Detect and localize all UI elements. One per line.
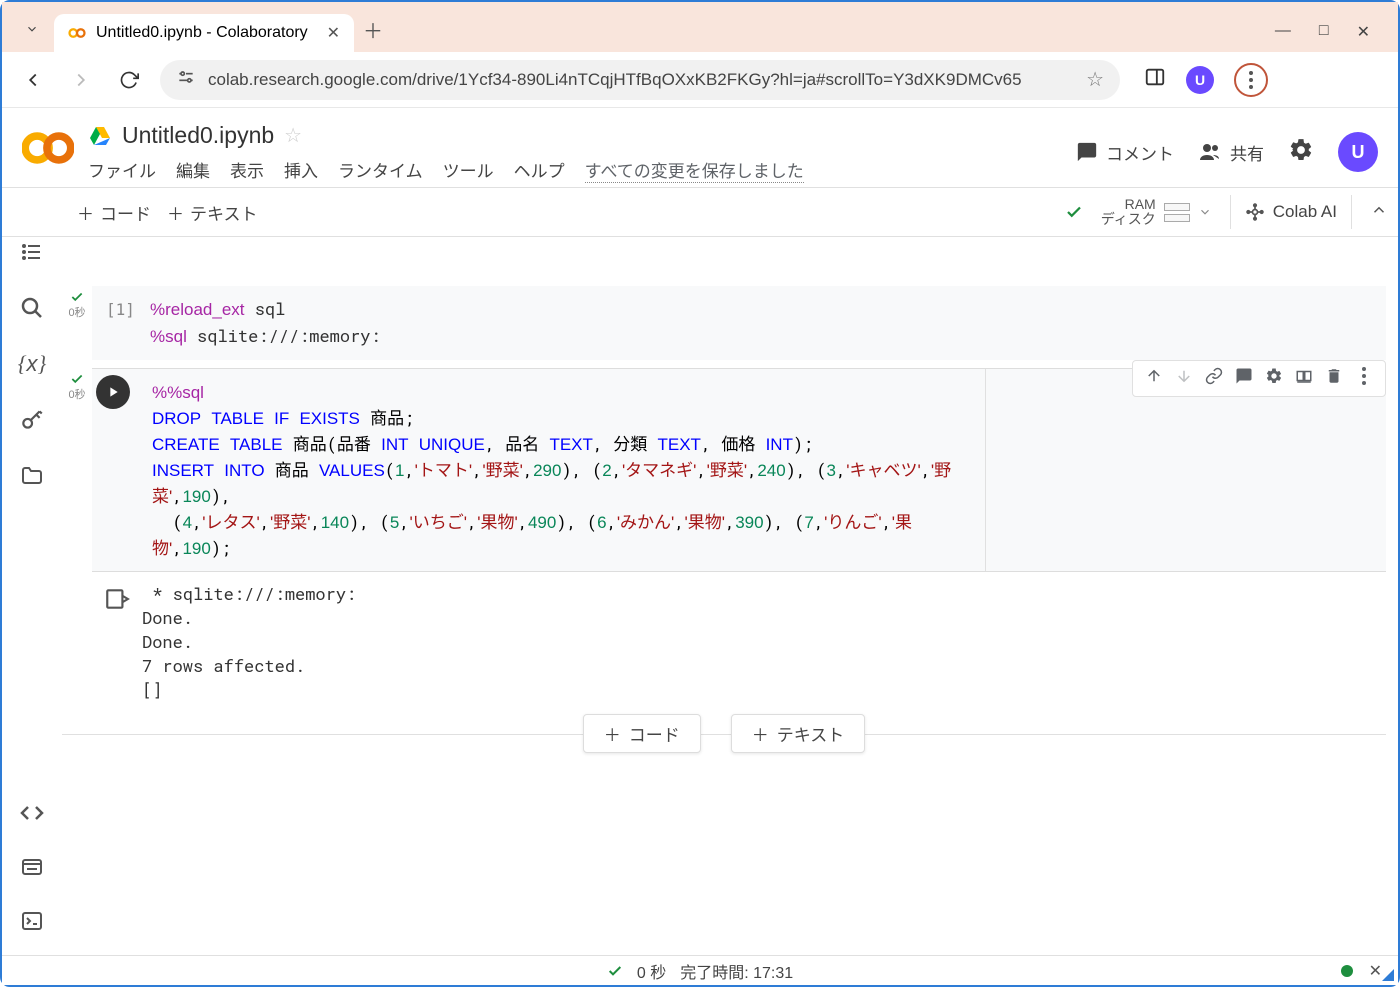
secrets-icon[interactable] [18, 406, 46, 434]
close-window-icon[interactable]: ✕ [1357, 22, 1370, 42]
menu-insert[interactable]: 挿入 [284, 157, 318, 183]
browser-menu-icon[interactable] [1234, 63, 1268, 97]
move-up-icon[interactable] [1145, 367, 1163, 390]
terminal-icon[interactable] [18, 907, 46, 935]
insert-text-button[interactable]: ＋テキスト [731, 714, 866, 753]
files-icon[interactable] [18, 462, 46, 490]
resource-indicator[interactable]: RAMディスク [1101, 197, 1212, 227]
menu-edit[interactable]: 編集 [176, 157, 210, 183]
tab-close-icon[interactable]: ✕ [327, 23, 340, 43]
tab-dropdown[interactable] [10, 10, 54, 48]
reload-button[interactable] [112, 63, 146, 97]
checkmark-icon [70, 372, 84, 386]
new-tab-button[interactable]: ＋ [354, 10, 392, 48]
profile-avatar[interactable]: U [1338, 132, 1378, 172]
move-down-icon[interactable] [1175, 367, 1193, 390]
checkmark-icon [70, 290, 84, 304]
toc-icon[interactable] [18, 238, 46, 266]
menu-runtime[interactable]: ランタイム [338, 157, 423, 183]
tab-title: Untitled0.ipynb - Colaboratory [96, 24, 308, 42]
colab-ai-button[interactable]: Colab AI [1230, 195, 1352, 229]
output-icon[interactable] [92, 582, 142, 702]
comment-button[interactable]: コメント [1076, 140, 1174, 165]
code-cell-2[interactable]: %%sqlDROP TABLE IF EXISTS 商品;CREATE TABL… [138, 369, 986, 571]
cell-toolbar [1132, 360, 1386, 397]
mirror-icon[interactable] [1295, 367, 1313, 390]
code-snippets-icon[interactable] [18, 799, 46, 827]
menu-file[interactable]: ファイル [88, 157, 156, 183]
resize-grip-icon[interactable] [1380, 967, 1394, 981]
checkmark-icon [1065, 203, 1083, 221]
colab-favicon [68, 24, 86, 42]
insert-code-button[interactable]: ＋コード [583, 714, 701, 753]
code-cell-1[interactable]: [1]%reload_ext sql%sql sqlite:///:memory… [92, 286, 1386, 360]
comment-icon[interactable] [1235, 367, 1253, 390]
save-status: すべての変更を保存しました [585, 157, 804, 183]
bookmark-star-icon[interactable]: ☆ [1086, 67, 1104, 92]
minimize-icon[interactable]: ― [1275, 22, 1291, 42]
menu-view[interactable]: 表示 [230, 157, 264, 183]
site-settings-icon[interactable] [176, 67, 196, 92]
search-icon[interactable] [18, 294, 46, 322]
star-icon[interactable]: ☆ [284, 123, 302, 148]
cell-output: * sqlite:///:memory: Done. Done. 7 rows … [142, 582, 356, 702]
url-bar[interactable]: colab.research.google.com/drive/1Ycf34-8… [160, 60, 1120, 100]
collapse-icon[interactable] [1370, 201, 1388, 224]
drive-icon [88, 124, 112, 148]
connection-dot-icon [1341, 965, 1353, 977]
delete-icon[interactable] [1325, 367, 1343, 390]
variables-icon[interactable]: {x} [18, 350, 46, 378]
status-done: 完了時間: 17:31 [680, 959, 793, 983]
share-button[interactable]: 共有 [1198, 140, 1264, 165]
add-code-button[interactable]: ＋コード [77, 200, 151, 225]
cell-timing: 0秒 [68, 304, 85, 320]
profile-avatar-small[interactable]: U [1186, 66, 1214, 94]
menu-tools[interactable]: ツール [443, 157, 494, 183]
status-sec: 0 秒 [637, 959, 666, 983]
menu-help[interactable]: ヘルプ [514, 157, 565, 183]
maximize-icon[interactable]: □ [1319, 22, 1329, 42]
cell-settings-icon[interactable] [1265, 367, 1283, 390]
browser-tab[interactable]: Untitled0.ipynb - Colaboratory ✕ [54, 14, 354, 52]
forward-button[interactable] [64, 63, 98, 97]
cell-timing: 0秒 [68, 386, 85, 402]
run-cell-button[interactable] [96, 375, 130, 409]
back-button[interactable] [16, 63, 50, 97]
chevron-down-icon[interactable] [1198, 205, 1212, 219]
command-palette-icon[interactable] [18, 853, 46, 881]
link-icon[interactable] [1205, 367, 1223, 390]
settings-gear-icon[interactable] [1288, 137, 1314, 168]
checkmark-icon [607, 963, 623, 979]
panel-icon[interactable] [1144, 66, 1166, 93]
notebook-filename[interactable]: Untitled0.ipynb [122, 122, 274, 149]
colab-logo-icon[interactable] [22, 122, 74, 174]
url-text: colab.research.google.com/drive/1Ycf34-8… [208, 70, 1022, 90]
more-icon[interactable] [1355, 367, 1373, 390]
add-text-button[interactable]: ＋テキスト [167, 200, 258, 225]
